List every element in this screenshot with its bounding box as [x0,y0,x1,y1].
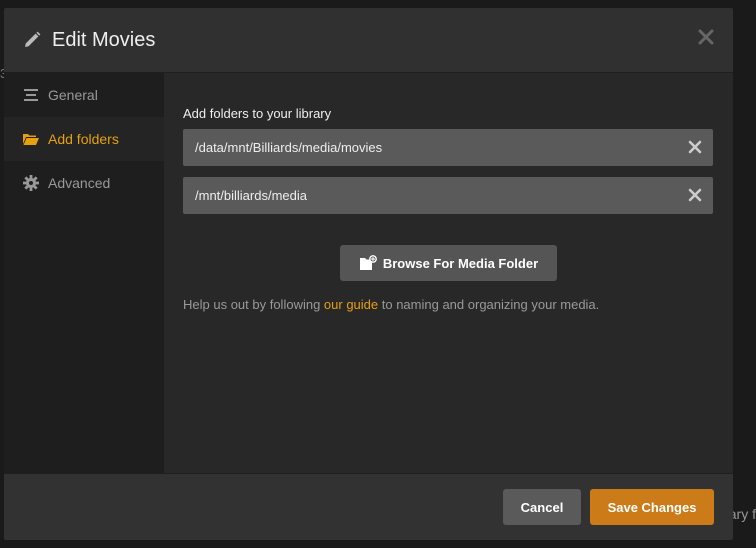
settings-sidebar: General Add folders Advanced [4,73,164,473]
sidebar-item-label: Add folders [48,131,119,147]
add-folders-panel: Add folders to your library /data/mnt/Bi… [164,73,733,473]
edit-library-dialog: Edit Movies General Add folders Advanced… [4,8,733,540]
sidebar-item-label: General [48,87,98,103]
sidebar-item-label: Advanced [48,175,111,191]
section-title: Add folders to your library [183,106,332,121]
help-text: Help us out by following our guide to na… [183,297,599,312]
browse-media-folder-button[interactable]: Browse For Media Folder [340,245,557,281]
dialog-title: Edit Movies [52,29,156,51]
folder-path: /data/mnt/Billiards/media/movies [195,140,383,155]
sidebar-item-general[interactable]: General [4,73,164,117]
help-text-prefix: Help us out by following [183,297,324,312]
sidebar-item-advanced[interactable]: Advanced [4,161,164,205]
dialog-header: Edit Movies [4,8,733,73]
remove-folder-icon[interactable] [687,139,703,155]
guide-link[interactable]: our guide [324,297,378,312]
sidebar-item-add-folders[interactable]: Add folders [4,117,164,161]
folder-add-icon [359,255,377,270]
list-icon [24,89,38,101]
pencil-icon [25,31,41,47]
folder-row: /data/mnt/Billiards/media/movies [183,129,713,166]
folder-open-icon [23,134,39,145]
close-icon[interactable] [697,28,715,46]
browse-button-label: Browse For Media Folder [382,255,539,271]
remove-folder-icon[interactable] [687,187,703,203]
folder-path: /mnt/billiards/media [195,188,307,203]
cancel-button[interactable]: Cancel [503,489,581,525]
gear-icon [23,175,39,191]
folder-row: /mnt/billiards/media [183,177,713,214]
help-text-suffix: to naming and organizing your media. [378,297,600,312]
save-changes-button[interactable]: Save Changes [590,489,714,525]
dialog-footer: Cancel Save Changes [4,473,733,540]
